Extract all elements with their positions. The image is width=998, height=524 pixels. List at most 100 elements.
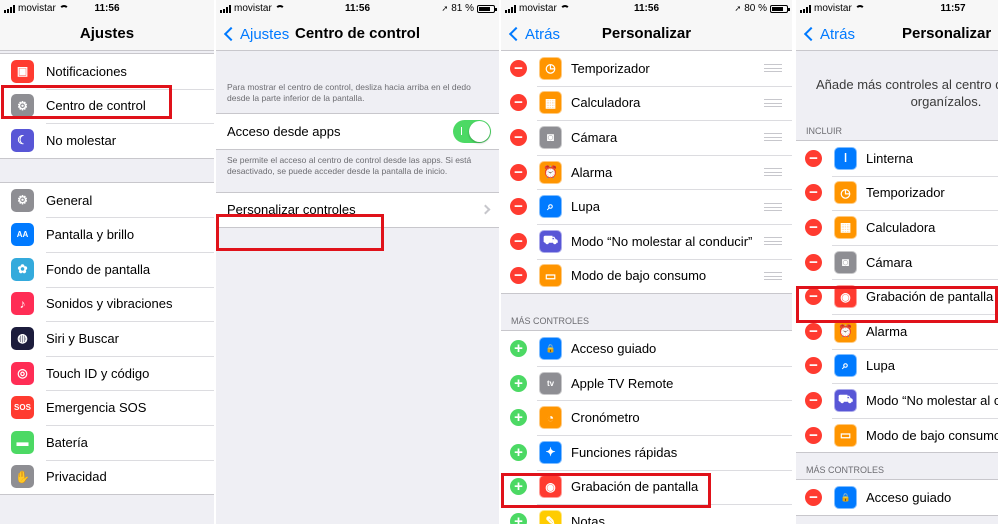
magnifier-icon: ⌕	[539, 195, 562, 219]
remove-control-button[interactable]: −	[805, 218, 822, 236]
access-note: Se permite el acceso al centro de contro…	[227, 154, 472, 176]
wifi-icon	[854, 5, 865, 12]
back-button[interactable]: Atrás	[507, 17, 560, 51]
settings-item-label: Batería	[46, 434, 88, 450]
back-button[interactable]: Ajustes	[222, 17, 289, 51]
control-label: Modo de bajo consumo	[866, 427, 998, 443]
settings-item-hand[interactable]: ✋ Privacidad	[0, 459, 214, 495]
settings-item-control-center[interactable]: ⚙ Centro de control	[0, 88, 214, 124]
control-row-notes: + ✎ Notas	[501, 504, 792, 524]
control-label: Temporizador	[571, 60, 650, 76]
settings-item-moon[interactable]: ☾ No molestar	[0, 123, 214, 158]
control-row-accessibility: + ✦ Funciones rápidas	[501, 434, 792, 470]
remove-control-button[interactable]: −	[805, 489, 822, 507]
remove-control-button[interactable]: −	[510, 128, 527, 146]
chevron-left-icon	[803, 26, 819, 42]
remove-control-button[interactable]: −	[805, 426, 822, 444]
control-row-magnifier: − ⌕ Lupa	[796, 348, 998, 384]
clock: 11:57	[940, 3, 966, 14]
control-row-calculator: − ▦ Calculadora	[501, 85, 792, 121]
control-center-panel: movistar 11:56 ➚ 81 % Ajustes Centro de c…	[216, 0, 499, 524]
intro-text: Añade más controles al centro de organíza…	[796, 51, 998, 126]
intro-line-2: organízalos.	[910, 94, 982, 109]
customize-controls-row[interactable]: Personalizar controles	[216, 193, 499, 228]
control-row-car: − ⛟ Modo “No molestar al conducir”	[501, 223, 792, 259]
control-label: Calculadora	[571, 95, 641, 111]
calculator-icon: ▦	[834, 215, 857, 239]
remove-control-button[interactable]: −	[510, 59, 527, 77]
add-control-button[interactable]: +	[510, 512, 527, 524]
lock-icon: 🔒	[834, 486, 857, 510]
remove-control-button[interactable]: −	[805, 149, 822, 167]
back-button[interactable]: Atrás	[802, 17, 855, 51]
car-icon: ⛟	[834, 388, 857, 412]
settings-item-label: Centro de control	[46, 98, 146, 114]
add-control-button[interactable]: +	[510, 339, 527, 357]
control-row-magnifier: − ⌕ Lupa	[501, 189, 792, 224]
reorder-handle-icon[interactable]	[764, 133, 782, 142]
control-row-calculator: − ▦ Calculadora	[796, 210, 998, 245]
moon-icon: ☾	[11, 128, 34, 152]
reorder-handle-icon[interactable]	[764, 202, 782, 211]
settings-item-label: Touch ID y código	[46, 365, 150, 381]
display-icon: AA	[11, 223, 34, 247]
notes-icon: ✎	[539, 509, 562, 524]
nav-bar: Atrás Personalizar	[796, 17, 998, 51]
more-controls-header: MÁS CONTROLES	[511, 316, 590, 327]
add-control-button[interactable]: +	[510, 374, 527, 392]
remove-control-button[interactable]: −	[510, 267, 527, 285]
control-label: Cámara	[866, 254, 913, 270]
customize-label: Personalizar controles	[227, 202, 356, 218]
add-control-button[interactable]: +	[510, 443, 527, 461]
control-label: Modo “No molestar al conducir”	[571, 233, 753, 249]
settings-item-gear[interactable]: ⚙ General	[0, 183, 214, 218]
remove-control-button[interactable]: −	[510, 198, 527, 216]
settings-item-fingerprint[interactable]: ◎ Touch ID y código	[0, 355, 214, 391]
location-icon: ➚	[734, 4, 742, 13]
sos-icon: SOS	[11, 396, 34, 420]
remove-control-button[interactable]: −	[510, 94, 527, 112]
control-row-flashlight: − ǀ Linterna	[796, 141, 998, 176]
more-controls-header: MÁS CONTROLES	[806, 465, 885, 476]
remove-control-button[interactable]: −	[805, 391, 822, 409]
customize-panel: movistar 11:56 ➚ 80 % Atrás Personalizar …	[501, 0, 792, 524]
control-label: Lupa	[866, 358, 895, 374]
remove-control-button[interactable]: −	[510, 232, 527, 250]
page-title: Centro de control	[294, 25, 420, 42]
control-row-lock: + 🔒 Acceso guiado	[501, 331, 792, 366]
settings-item-wallpaper[interactable]: ✿ Fondo de pantalla	[0, 251, 214, 287]
notifications-icon: ▣	[11, 59, 34, 83]
settings-item-battery[interactable]: ▬ Batería	[0, 424, 214, 460]
settings-item-display[interactable]: AA Pantalla y brillo	[0, 217, 214, 252]
control-row-car: − ⛟ Modo “No molestar al c	[796, 383, 998, 418]
control-row-low-power: − ▭ Modo de bajo consumo	[501, 258, 792, 294]
access-toggle[interactable]	[453, 119, 491, 143]
settings-item-siri[interactable]: ◍ Siri y Buscar	[0, 321, 214, 356]
add-control-button[interactable]: +	[510, 409, 527, 427]
remove-control-button[interactable]: −	[805, 184, 822, 202]
more-controls: + 🔒 Acceso guiado + tv Apple TV Remote + ◔ Cronó…	[501, 330, 792, 524]
record-icon: ◉	[539, 475, 562, 499]
reorder-handle-icon[interactable]	[764, 237, 782, 246]
calculator-icon: ▦	[539, 91, 562, 115]
wallpaper-icon: ✿	[11, 257, 34, 281]
record-icon: ◉	[834, 285, 857, 309]
control-label: Grabación de pantalla	[571, 479, 699, 495]
settings-item-notifications[interactable]: ▣ Notificaciones	[0, 54, 214, 89]
control-label: Cámara	[571, 129, 618, 145]
remove-control-button[interactable]: −	[510, 163, 527, 181]
remove-control-button[interactable]: −	[805, 322, 822, 340]
settings-item-label: Privacidad	[46, 469, 107, 485]
reorder-handle-icon[interactable]	[764, 98, 782, 107]
settings-item-sos[interactable]: SOS Emergencia SOS	[0, 390, 214, 425]
battery-icon	[477, 4, 497, 13]
reorder-handle-icon[interactable]	[764, 168, 782, 177]
remove-control-button[interactable]: −	[805, 253, 822, 271]
settings-item-sound[interactable]: ♪ Sonidos y vibraciones	[0, 286, 214, 322]
reorder-handle-icon[interactable]	[764, 271, 782, 280]
remove-control-button[interactable]: −	[805, 357, 822, 375]
add-control-button[interactable]: +	[510, 478, 527, 496]
gear-icon: ⚙	[11, 188, 34, 212]
reorder-handle-icon[interactable]	[764, 64, 782, 73]
remove-control-button[interactable]: −	[805, 288, 822, 306]
